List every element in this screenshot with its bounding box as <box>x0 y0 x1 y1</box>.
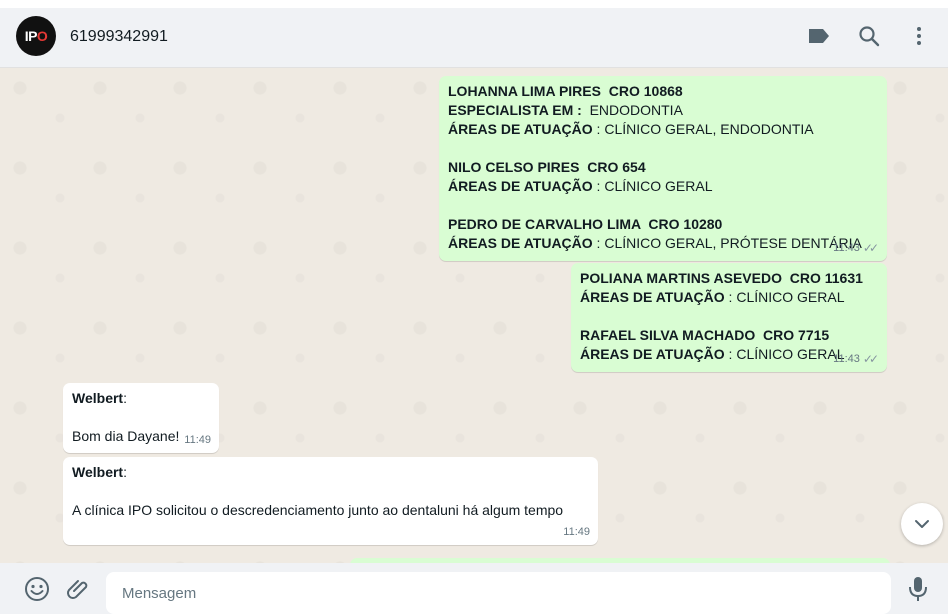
message-line <box>72 408 210 427</box>
message-composer <box>0 563 948 614</box>
message-text: A clínica IPO solicitou o descredenciame… <box>72 502 564 518</box>
message-line: Welbert: <box>72 389 210 408</box>
message-meta: 11:49 <box>563 523 590 542</box>
message-time: 11:43 <box>833 242 860 254</box>
message-meta: 11:43 ✓✓ <box>833 239 879 258</box>
sender-name: Welbert <box>72 390 124 406</box>
attach-icon[interactable] <box>65 576 91 602</box>
read-ticks-icon: ✓✓ <box>862 241 879 255</box>
message-line <box>580 307 878 326</box>
message-meta: 11:43 ✓✓ <box>833 350 879 369</box>
line-bold: ÁREAS DE ATUAÇÃO <box>448 121 593 137</box>
message-line: ÁREAS DE ATUAÇÃO : CLÍNICO GERAL <box>580 288 878 307</box>
line-text: : CLÍNICO GERAL, ENDODONTIA <box>592 121 814 137</box>
chevron-down-icon <box>915 520 929 528</box>
contact-name[interactable]: 61999342991 <box>70 28 168 46</box>
line-text: : CLÍNICO GERAL <box>592 178 713 194</box>
avatar-text-accent: O <box>36 28 48 44</box>
line-text: : CLÍNICO GERAL <box>724 289 845 305</box>
message-outgoing[interactable]: POLIANA MARTINS ASEVEDO CRO 11631 ÁREAS … <box>571 263 887 372</box>
line-bold: LOHANNA LIMA PIRES CRO 10868 <box>448 83 683 99</box>
line-bold: POLIANA MARTINS ASEVEDO CRO 11631 <box>580 270 863 286</box>
emoji-icon[interactable] <box>24 576 50 602</box>
avatar[interactable]: IP O <box>16 16 56 56</box>
line-bold: ESPECIALISTA EM : <box>448 102 582 118</box>
message-outgoing[interactable]: LOHANNA LIMA PIRES CRO 10868 ESPECIALIST… <box>439 76 887 261</box>
message-line: ESPECIALISTA EM : ENDODONTIA <box>448 101 878 120</box>
menu-icon[interactable] <box>907 24 931 48</box>
message-input[interactable] <box>106 572 891 614</box>
line-text: : CLÍNICO GERAL, PRÓTESE DENTÁRIA <box>592 235 862 251</box>
line-bold: ÁREAS DE ATUAÇÃO <box>580 289 725 305</box>
line-text: : CLÍNICO GERAL <box>724 346 845 362</box>
avatar-text: IP <box>24 28 38 44</box>
message-time: 11:49 <box>184 434 211 446</box>
message-line: POLIANA MARTINS ASEVEDO CRO 11631 <box>580 269 878 288</box>
message-line: PEDRO DE CARVALHO LIMA CRO 10280 <box>448 215 878 234</box>
line-bold: RAFAEL SILVA MACHADO CRO 7715 <box>580 327 830 343</box>
mic-icon[interactable] <box>905 576 931 602</box>
chat-header: IP O 61999342991 <box>0 8 948 68</box>
message-incoming[interactable]: Welbert: A clínica IPO solicitou o descr… <box>63 457 598 545</box>
message-line: ÁREAS DE ATUAÇÃO : CLÍNICO GERAL, ENDODO… <box>448 120 878 139</box>
sender-name: Welbert <box>72 464 124 480</box>
label-icon[interactable] <box>807 24 831 48</box>
chat-area[interactable]: LOHANNA LIMA PIRES CRO 10868 ESPECIALIST… <box>0 68 948 563</box>
line-bold: ÁREAS DE ATUAÇÃO <box>448 178 593 194</box>
message-line: RAFAEL SILVA MACHADO CRO 7715 <box>580 326 878 345</box>
message-line: LOHANNA LIMA PIRES CRO 10868 <box>448 82 878 101</box>
message-line: ÁREAS DE ATUAÇÃO : CLÍNICO GERAL <box>448 177 878 196</box>
line-bold: ÁREAS DE ATUAÇÃO <box>580 346 725 362</box>
message-line <box>448 196 878 215</box>
message-time: 11:49 <box>563 526 590 538</box>
message-line: NILO CELSO PIRES CRO 654 <box>448 158 878 177</box>
sender-suffix: : <box>123 464 127 480</box>
message-line: ÁREAS DE ATUAÇÃO : CLÍNICO GERAL, PRÓTES… <box>448 234 878 253</box>
message-time: 11:43 <box>833 353 860 365</box>
sender-suffix: : <box>123 390 127 406</box>
scroll-down-button[interactable] <box>901 503 943 545</box>
search-icon[interactable] <box>857 24 881 48</box>
message-line <box>448 139 878 158</box>
read-ticks-icon: ✓✓ <box>862 352 879 366</box>
message-line: Welbert: <box>72 463 589 482</box>
message-incoming[interactable]: Welbert: Bom dia Dayane! 11:49 <box>63 383 219 453</box>
line-text: ENDODONTIA <box>581 102 683 118</box>
message-meta: 11:49 <box>184 431 211 450</box>
line-bold: PEDRO DE CARVALHO LIMA CRO 10280 <box>448 216 723 232</box>
line-bold: ÁREAS DE ATUAÇÃO <box>448 235 593 251</box>
line-bold: NILO CELSO PIRES CRO 654 <box>448 159 646 175</box>
message-line <box>72 482 589 501</box>
